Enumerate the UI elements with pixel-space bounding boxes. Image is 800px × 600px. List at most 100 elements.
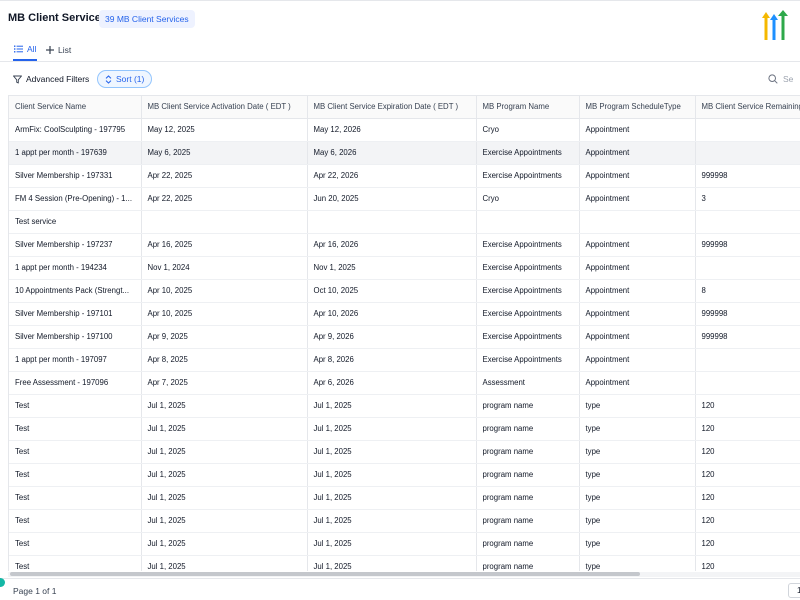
search-input[interactable]: Se [768,70,800,88]
expiration-date-cell: Apr 22, 2026 [307,164,477,188]
toolbar: Advanced Filters Sort (1) Se [0,68,800,90]
activation-date-cell: Apr 22, 2025 [141,164,308,188]
expiration-date-cell: Jun 20, 2025 [307,187,477,211]
table-row[interactable]: Test Jul 1, 2025 Jul 1, 2025 program name ty… [9,394,800,418]
horizontal-scrollbar[interactable] [8,572,800,577]
activation-date-cell [141,210,308,234]
program-name-cell: program name [476,555,580,571]
tab-all-label: All [27,43,37,54]
schedule-type-cell: type [579,394,696,418]
sort-button[interactable]: Sort (1) [97,70,153,88]
schedule-type-cell: Appointment [579,279,696,303]
table-row[interactable]: Test Jul 1, 2025 Jul 1, 2025 program name ty… [9,532,800,556]
table-row[interactable]: 10 Appointments Pack (Strengt... Apr 10, … [9,279,800,303]
advanced-filters-button[interactable]: Advanced Filters [13,70,89,88]
tab-list-label: List [58,44,72,55]
page-title: MB Client Services [8,12,108,24]
expiration-date-cell: Jul 1, 2025 [307,394,477,418]
client-service-name-cell: Test [9,417,142,441]
remaining-cell: 8 [695,279,800,303]
expiration-date-cell: May 12, 2026 [307,118,477,142]
client-service-name-cell: Silver Membership - 197331 [9,164,142,188]
schedule-type-cell: Appointment [579,256,696,280]
schedule-type-cell: type [579,532,696,556]
program-name-cell: Exercise Appointments [476,256,580,280]
expiration-date-cell: Jul 1, 2025 [307,486,477,510]
column-header-program-name[interactable]: MB Program Name [476,96,580,119]
column-header-remaining[interactable]: MB Client Service Remaining [695,96,800,119]
schedule-type-cell: type [579,555,696,571]
page-header: MB Client Services 39 MB Client Services [0,0,800,40]
search-icon [768,74,778,84]
activation-date-cell: Jul 1, 2025 [141,555,308,571]
program-name-cell: program name [476,532,580,556]
program-name-cell: Cryo [476,118,580,142]
column-header-activation-date[interactable]: MB Client Service Activation Date ( EDT … [141,96,308,119]
table-row[interactable]: FM 4 Session (Pre-Opening) - 1... Apr 22,… [9,187,800,211]
activation-date-cell: Jul 1, 2025 [141,509,308,533]
table-row[interactable]: Test Jul 1, 2025 Jul 1, 2025 program name ty… [9,463,800,487]
remaining-cell: 999998 [695,164,800,188]
table-row[interactable]: Free Assessment - 197096 Apr 7, 2025 Apr 6… [9,371,800,395]
sort-label: Sort (1) [116,74,145,84]
table-row[interactable]: Test Jul 1, 2025 Jul 1, 2025 program name ty… [9,555,800,571]
remaining-cell [695,210,800,234]
remaining-cell: 999998 [695,233,800,257]
table-row[interactable]: Silver Membership - 197237 Apr 16, 2025 Ap… [9,233,800,257]
page-number-input[interactable]: 1 [788,583,800,598]
remaining-cell: 120 [695,486,800,510]
activation-date-cell: Apr 10, 2025 [141,279,308,303]
program-name-cell: Cryo [476,187,580,211]
horizontal-scrollbar-thumb[interactable] [10,572,640,576]
schedule-type-cell: type [579,509,696,533]
client-service-name-cell: FM 4 Session (Pre-Opening) - 1... [9,187,142,211]
tab-list[interactable]: List [46,38,71,61]
table-row[interactable]: Silver Membership - 197331 Apr 22, 2025 Ap… [9,164,800,188]
schedule-type-cell: Appointment [579,325,696,349]
sort-arrows-icon [105,74,112,84]
client-service-name-cell: 10 Appointments Pack (Strengt... [9,279,142,303]
table-row[interactable]: Test service [9,210,800,234]
expiration-date-cell: Apr 6, 2026 [307,371,477,395]
remaining-cell [695,141,800,165]
column-header-schedule-type[interactable]: MB Program ScheduleType [579,96,696,119]
column-header-expiration-date[interactable]: MB Client Service Expiration Date ( EDT … [307,96,477,119]
table-row[interactable]: 1 appt per month - 197097 Apr 8, 2025 Apr … [9,348,800,372]
tab-all[interactable]: All [13,38,38,61]
activation-date-cell: Apr 7, 2025 [141,371,308,395]
program-name-cell: Assessment [476,371,580,395]
table-row[interactable]: ArmFix: CoolSculpting - 197795 May 12, 20… [9,118,800,142]
filter-icon [13,75,22,83]
program-name-cell: Exercise Appointments [476,279,580,303]
column-header-client-service-name[interactable]: Client Service Name [9,96,142,119]
expiration-date-cell: Jul 1, 2025 [307,555,477,571]
table-header-row: Client Service Name MB Client Service Ac… [9,96,800,119]
table-row[interactable]: Test Jul 1, 2025 Jul 1, 2025 program name ty… [9,486,800,510]
schedule-type-cell: Appointment [579,187,696,211]
table-row[interactable]: Test Jul 1, 2025 Jul 1, 2025 program name ty… [9,417,800,441]
client-service-name-cell: Test [9,463,142,487]
client-service-name-cell: Test [9,555,142,571]
client-service-name-cell: 1 appt per month - 197097 [9,348,142,372]
activation-date-cell: May 6, 2025 [141,141,308,165]
table-row[interactable]: Test Jul 1, 2025 Jul 1, 2025 program name ty… [9,440,800,464]
table-row[interactable]: Silver Membership - 197100 Apr 9, 2025 Apr… [9,325,800,349]
client-service-name-cell: Silver Membership - 197101 [9,302,142,326]
expiration-date-cell: Jul 1, 2025 [307,463,477,487]
expiration-date-cell: Nov 1, 2025 [307,256,477,280]
activation-date-cell: Apr 16, 2025 [141,233,308,257]
schedule-type-cell: Appointment [579,371,696,395]
remaining-cell: 999998 [695,302,800,326]
expiration-date-cell [307,210,477,234]
client-service-name-cell: Silver Membership - 197237 [9,233,142,257]
table-row[interactable]: Silver Membership - 197101 Apr 10, 2025 Ap… [9,302,800,326]
client-service-name-cell: Test [9,486,142,510]
client-service-name-cell: Test service [9,210,142,234]
table-row[interactable]: 1 appt per month - 197639 May 6, 2025 May … [9,141,800,165]
table-row[interactable]: 1 appt per month - 194234 Nov 1, 2024 Nov … [9,256,800,280]
program-name-cell: Exercise Appointments [476,233,580,257]
expiration-date-cell: Jul 1, 2025 [307,440,477,464]
advanced-filters-label: Advanced Filters [26,74,90,84]
schedule-type-cell: Appointment [579,348,696,372]
table-row[interactable]: Test Jul 1, 2025 Jul 1, 2025 program name ty… [9,509,800,533]
